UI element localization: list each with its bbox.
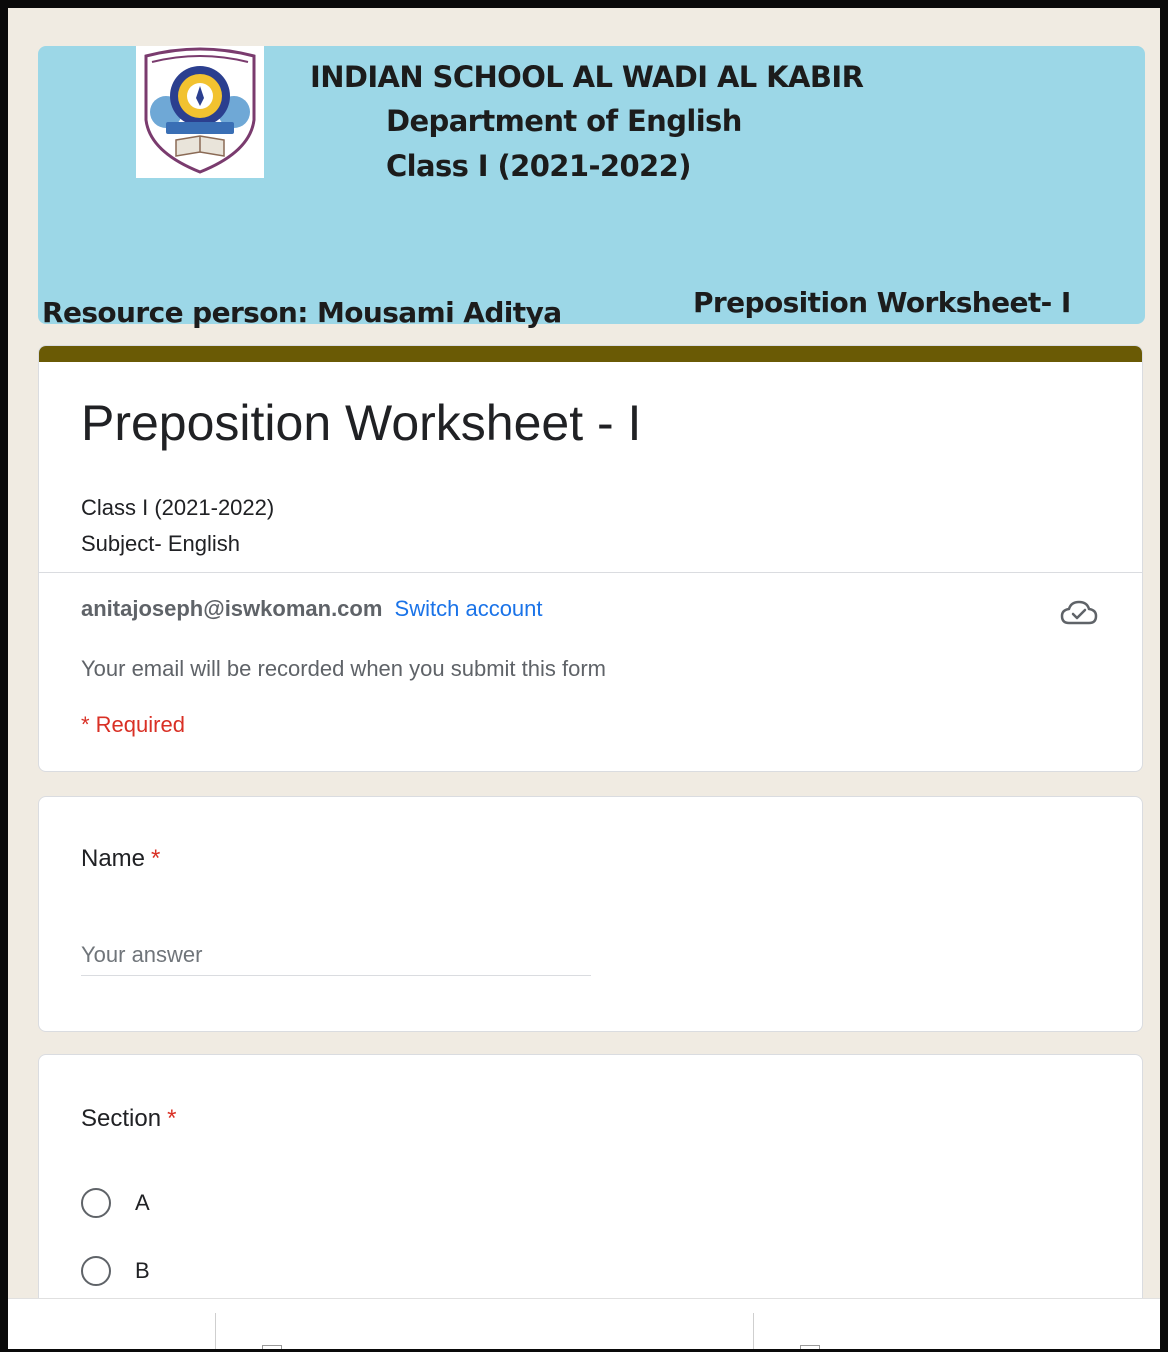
form-title-card: Preposition Worksheet - I Class I (2021-… bbox=[38, 345, 1143, 772]
toolbar-item-icon bbox=[800, 1345, 820, 1349]
bottom-toolbar bbox=[8, 1298, 1160, 1349]
toolbar-divider bbox=[753, 1313, 754, 1349]
account-email: anitajoseph@iswkoman.com bbox=[81, 596, 383, 621]
theme-color-bar bbox=[39, 346, 1142, 362]
required-note: * Required bbox=[81, 712, 185, 737]
account-row: anitajoseph@iswkoman.com Switch account bbox=[81, 596, 543, 622]
class-label: Class I (2021-2022) bbox=[386, 149, 691, 183]
toolbar-item-icon bbox=[262, 1345, 282, 1349]
toolbar-divider bbox=[215, 1313, 216, 1349]
resource-person: Resource person: Mousami Aditya bbox=[42, 296, 562, 329]
option-label: A bbox=[135, 1190, 150, 1215]
section-option-b[interactable]: B bbox=[81, 1253, 150, 1289]
description-class: Class I (2021-2022) bbox=[81, 495, 275, 520]
option-label: B bbox=[135, 1258, 150, 1283]
worksheet-label: Preposition Worksheet- I bbox=[693, 286, 1071, 319]
header-banner: INDIAN SCHOOL AL WADI AL KABIR Departmen… bbox=[38, 46, 1145, 329]
page-frame: INDIAN SCHOOL AL WADI AL KABIR Departmen… bbox=[0, 0, 1168, 1352]
divider bbox=[39, 572, 1142, 573]
school-name: INDIAN SCHOOL AL WADI AL KABIR bbox=[310, 60, 864, 94]
radio-button[interactable] bbox=[81, 1256, 111, 1286]
question-title: Name bbox=[81, 845, 146, 872]
cloud-check-icon bbox=[1059, 598, 1099, 628]
question-label-section: Section * bbox=[81, 1105, 176, 1133]
question-card-name: Name * bbox=[38, 796, 1143, 1032]
question-label-name: Name * bbox=[81, 845, 160, 873]
department-name: Department of English bbox=[386, 104, 742, 138]
form-title: Preposition Worksheet - I bbox=[81, 395, 642, 451]
switch-account-link[interactable]: Switch account bbox=[395, 596, 543, 621]
name-answer-input[interactable] bbox=[81, 935, 591, 976]
section-option-a[interactable]: A bbox=[81, 1185, 150, 1221]
school-crest-logo bbox=[136, 46, 264, 178]
form-description: Class I (2021-2022) Subject- English bbox=[81, 490, 274, 562]
email-recorded-note: Your email will be recorded when you sub… bbox=[81, 656, 606, 681]
description-subject: Subject- English bbox=[81, 531, 240, 556]
radio-button[interactable] bbox=[81, 1188, 111, 1218]
required-asterisk: * bbox=[167, 1105, 177, 1132]
required-asterisk: * bbox=[151, 845, 161, 872]
question-title: Section bbox=[81, 1105, 162, 1132]
